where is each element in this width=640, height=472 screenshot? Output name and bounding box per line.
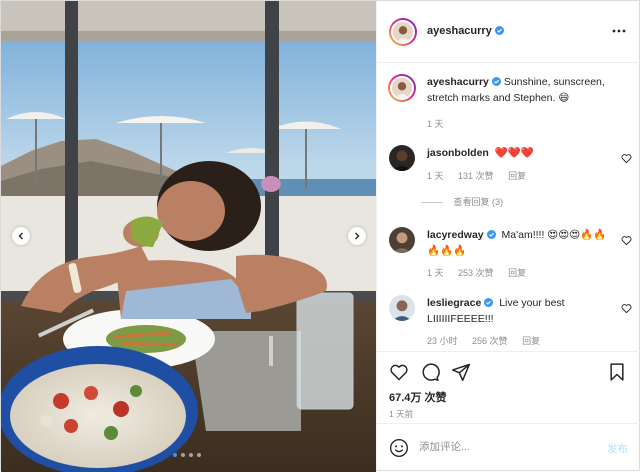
post-sidebar: ayeshacurry ayeshacurry Sunshine, sunscr…: [376, 1, 640, 472]
post-comment-button[interactable]: 发布: [607, 441, 628, 456]
chevron-right-icon: [354, 232, 360, 240]
comment-meta: 1 天 131 次赞 回复: [427, 169, 538, 182]
comment-username[interactable]: jasonbolden: [427, 147, 489, 159]
comment-username[interactable]: lesliegrace: [427, 297, 481, 309]
comment-reply-button[interactable]: 回复: [508, 171, 526, 181]
comment-like-icon[interactable]: [621, 303, 632, 314]
carousel-dot: [181, 453, 185, 457]
comment-like-icon[interactable]: [621, 153, 632, 164]
caption-avatar[interactable]: [388, 74, 416, 102]
bookmark-icon[interactable]: [607, 362, 627, 382]
carousel-dot: [173, 453, 177, 457]
comment: lacyredway Ma'am!!!! 😍😍😍🔥🔥🔥🔥🔥 1 天 253 次赞…: [389, 227, 634, 289]
commenter-avatar[interactable]: [389, 145, 415, 171]
comments-list[interactable]: ayeshacurry Sunshine, sunscreen, stretch…: [377, 63, 640, 351]
author-avatar[interactable]: [389, 18, 417, 46]
author-username[interactable]: ayeshacurry: [427, 25, 492, 37]
verified-badge-icon: [486, 230, 496, 239]
carousel-dot: [197, 453, 201, 457]
heart-icon[interactable]: [389, 362, 409, 382]
comment-username[interactable]: lacyredway: [427, 229, 484, 241]
photo-scene: [1, 1, 376, 472]
comment-time[interactable]: 1 天: [427, 171, 444, 181]
commenter-avatar[interactable]: [389, 227, 415, 253]
comment: lesliegrace Live your best LIIIIIIFEEEE!…: [389, 295, 634, 351]
comment-text: ❤️❤️❤️: [494, 147, 534, 159]
comment-text-block: lacyredway Ma'am!!!! 😍😍😍🔥🔥🔥🔥🔥: [427, 227, 617, 259]
comment-likes[interactable]: 253 次赞: [458, 268, 494, 278]
comment-meta: 1 天 253 次赞 回复: [427, 266, 538, 279]
post-actions: 67.4万 次赞 1 天前: [377, 351, 640, 431]
emoji-icon[interactable]: [389, 438, 409, 458]
caption-username[interactable]: ayeshacurry: [427, 76, 489, 88]
caption: ayeshacurry Sunshine, sunscreen, stretch…: [388, 74, 634, 134]
comment-time[interactable]: 1 天: [427, 268, 444, 278]
comment-icon[interactable]: [420, 362, 440, 382]
verified-badge-icon: [494, 26, 504, 35]
comment-text-block: jasonbolden ❤️❤️❤️: [427, 145, 617, 161]
carousel-dot: [189, 453, 193, 457]
comment-text-block: lesliegrace Live your best LIIIIIIFEEEE!…: [427, 295, 617, 327]
caption-meta: 1 天: [427, 117, 456, 130]
comment-time[interactable]: 23 小时: [427, 336, 458, 346]
comment-reply-button[interactable]: 回复: [508, 268, 526, 278]
instagram-post: ayeshacurry ayeshacurry Sunshine, sunscr…: [0, 0, 640, 472]
more-options-icon[interactable]: [612, 24, 626, 38]
comment-composer: 发布: [377, 423, 640, 472]
comment-reply-button[interactable]: 回复: [522, 336, 540, 346]
chevron-left-icon: [18, 232, 24, 240]
post-photo[interactable]: [1, 1, 376, 472]
carousel-prev-button[interactable]: [12, 227, 30, 245]
comment-likes[interactable]: 256 次赞: [472, 336, 508, 346]
share-icon[interactable]: [451, 362, 471, 382]
carousel-next-button[interactable]: [348, 227, 366, 245]
like-count[interactable]: 67.4万 次赞: [389, 389, 446, 405]
comment-input[interactable]: [419, 436, 589, 458]
post-timestamp[interactable]: 1 天前: [389, 408, 413, 420]
verified-badge-icon: [484, 298, 494, 307]
verified-badge-icon: [491, 77, 501, 86]
caption-text-block: ayeshacurry Sunshine, sunscreen, stretch…: [427, 74, 617, 106]
commenter-avatar[interactable]: [389, 295, 415, 321]
comment-meta: 23 小时 256 次赞 回复: [427, 334, 552, 347]
comment: jasonbolden ❤️❤️❤️ 1 天 131 次赞 回复 查看回复 (3…: [389, 145, 634, 215]
post-header: ayeshacurry: [377, 1, 640, 63]
comment-likes[interactable]: 131 次赞: [458, 171, 494, 181]
view-replies-button[interactable]: 查看回复 (3): [421, 195, 504, 208]
comment-like-icon[interactable]: [621, 235, 632, 246]
carousel-indicator: [173, 453, 201, 457]
view-replies-label: 查看回复 (3): [453, 197, 504, 207]
caption-time[interactable]: 1 天: [427, 119, 444, 129]
